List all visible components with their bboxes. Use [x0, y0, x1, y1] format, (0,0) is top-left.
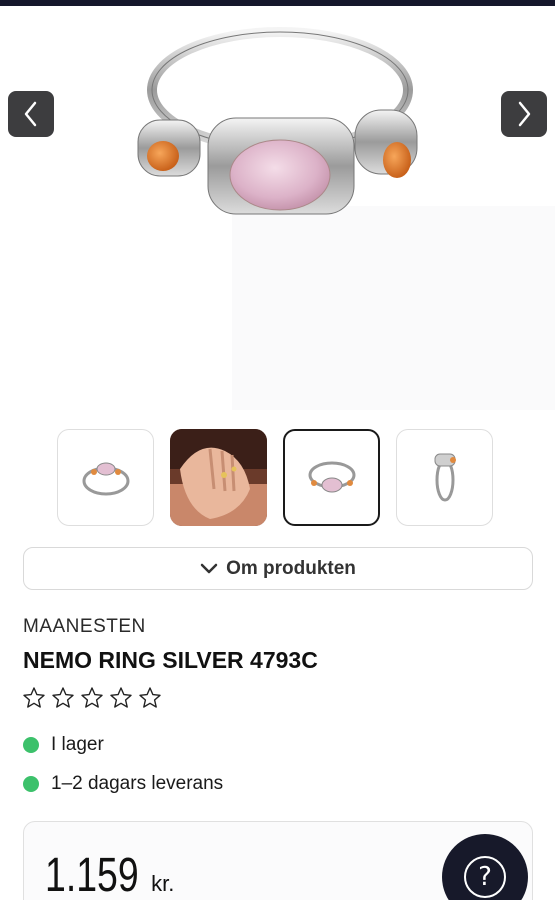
thumbnail-strip	[57, 429, 493, 526]
delivery-time-label: 1–2 dagars leverans	[51, 773, 224, 794]
star-empty-icon	[23, 687, 45, 708]
star-empty-icon	[52, 687, 74, 708]
about-product-toggle[interactable]: Om produkten	[23, 547, 533, 590]
price: 1.159 kr.	[45, 848, 174, 900]
star-empty-icon	[139, 687, 161, 708]
thumbnail-model-photo[interactable]	[170, 429, 267, 526]
rating-stars[interactable]	[22, 686, 162, 710]
chevron-down-icon	[200, 563, 218, 573]
next-image-button[interactable]	[501, 91, 547, 137]
brand-name[interactable]: MAANESTEN	[23, 616, 146, 638]
question-icon: ?	[464, 856, 506, 898]
star-empty-icon	[110, 687, 132, 708]
chevron-left-icon	[24, 101, 37, 127]
star-empty-icon	[81, 687, 103, 708]
delivery-dot-icon	[23, 776, 39, 792]
price-currency: kr.	[151, 871, 175, 896]
ring-image	[137, 27, 418, 215]
chevron-right-icon	[518, 101, 531, 127]
about-product-label: Om produkten	[226, 557, 356, 579]
thumbnail-ring-angle[interactable]	[283, 429, 380, 526]
ring-thumbnail-image	[308, 461, 355, 492]
prev-image-button[interactable]	[8, 91, 54, 137]
stock-status-row: I lager	[23, 734, 104, 756]
ring-thumbnail-image	[434, 453, 456, 501]
ring-thumbnail-image	[82, 462, 129, 495]
stock-status-label: I lager	[51, 734, 104, 755]
thumbnail-ring-front[interactable]	[57, 429, 154, 526]
delivery-time-row: 1–2 dagars leverans	[23, 773, 223, 795]
in-stock-dot-icon	[23, 737, 39, 753]
product-image-carousel[interactable]	[0, 6, 555, 410]
product-title: NEMO RING SILVER 4793C	[23, 647, 318, 673]
price-amount: 1.159	[45, 849, 139, 900]
model-hand-photo	[170, 429, 267, 526]
thumbnail-ring-side[interactable]	[396, 429, 493, 526]
